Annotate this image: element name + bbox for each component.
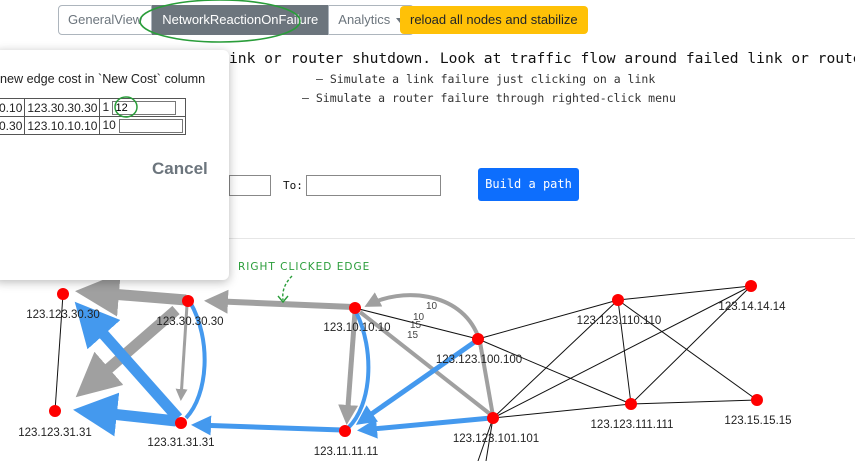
link-lines: [54, 285, 758, 461]
table-row: .10.10 123.30.30.30 1: [0, 98, 187, 117]
link[interactable]: [630, 399, 758, 405]
traffic-flow[interactable]: [204, 289, 354, 314]
cell-from: .10.10: [0, 98, 26, 117]
router-node[interactable]: [487, 412, 499, 424]
cost-value: 1: [102, 100, 110, 114]
cell-from: .30.30: [0, 116, 26, 135]
router-node[interactable]: [472, 333, 484, 345]
cell-to: 123.30.30.30: [24, 98, 101, 117]
router-node[interactable]: [612, 294, 624, 306]
edge-labels: 10 10 15 15: [407, 301, 438, 341]
traffic-flow[interactable]: [75, 272, 187, 317]
cancel-button[interactable]: Cancel: [152, 159, 208, 179]
table-row: .30.30 123.10.10.10 10: [0, 116, 187, 135]
traffic-flow[interactable]: [191, 415, 343, 436]
router-node[interactable]: [339, 425, 351, 437]
router-node[interactable]: [182, 295, 194, 307]
node-label: 123.123.101.101: [453, 433, 539, 445]
annotation-right-clicked-edge: RIGHT CLICKED EDGE: [238, 261, 370, 273]
node-label: 123.10.10.10: [323, 322, 390, 334]
edit-cost-modal: new edge cost in `New Cost` column .10.1…: [0, 50, 229, 280]
router-node[interactable]: [49, 405, 61, 417]
node-label: 123.11.11.11: [314, 446, 379, 458]
cell-to: 123.10.10.10: [24, 116, 101, 135]
node-label: 123.30.30.30: [156, 316, 223, 328]
traffic-flow[interactable]: [73, 392, 177, 437]
new-cost-highlight: [114, 96, 138, 118]
edge-cost-label: 15: [407, 330, 419, 341]
edge-cost-table: .10.10 123.30.30.30 1 .30.30 123.10.10.1…: [0, 98, 187, 135]
node-label: 123.123.110.110: [577, 315, 662, 327]
router-node[interactable]: [745, 280, 757, 292]
traffic-flow[interactable]: [357, 415, 492, 439]
link[interactable]: [492, 285, 752, 419]
modal-instruction: new edge cost in `New Cost` column: [0, 72, 206, 86]
node-label: 123.123.100.100: [436, 354, 522, 366]
router-node[interactable]: [625, 398, 637, 410]
router-node[interactable]: [57, 288, 69, 300]
highlight-circle-tab: [139, 0, 301, 43]
link[interactable]: [617, 285, 752, 301]
link[interactable]: [477, 338, 632, 405]
router-node[interactable]: [751, 394, 763, 406]
node-label: 123.123.111.111: [591, 419, 674, 431]
new-cost-input[interactable]: [119, 119, 184, 133]
router-node[interactable]: [349, 302, 361, 314]
node-label: 123.15.15.15: [724, 415, 791, 427]
node-label: 123.31.31.31: [147, 437, 214, 449]
link[interactable]: [492, 403, 632, 419]
node-label: 123.123.30.30: [26, 309, 100, 321]
node-label: 123.123.31.31: [18, 427, 92, 439]
node-label: 123.14.14.14: [718, 301, 786, 313]
router-node[interactable]: [175, 417, 187, 429]
edge-cost-label: 10: [426, 301, 438, 312]
cost-value: 10: [102, 118, 116, 132]
